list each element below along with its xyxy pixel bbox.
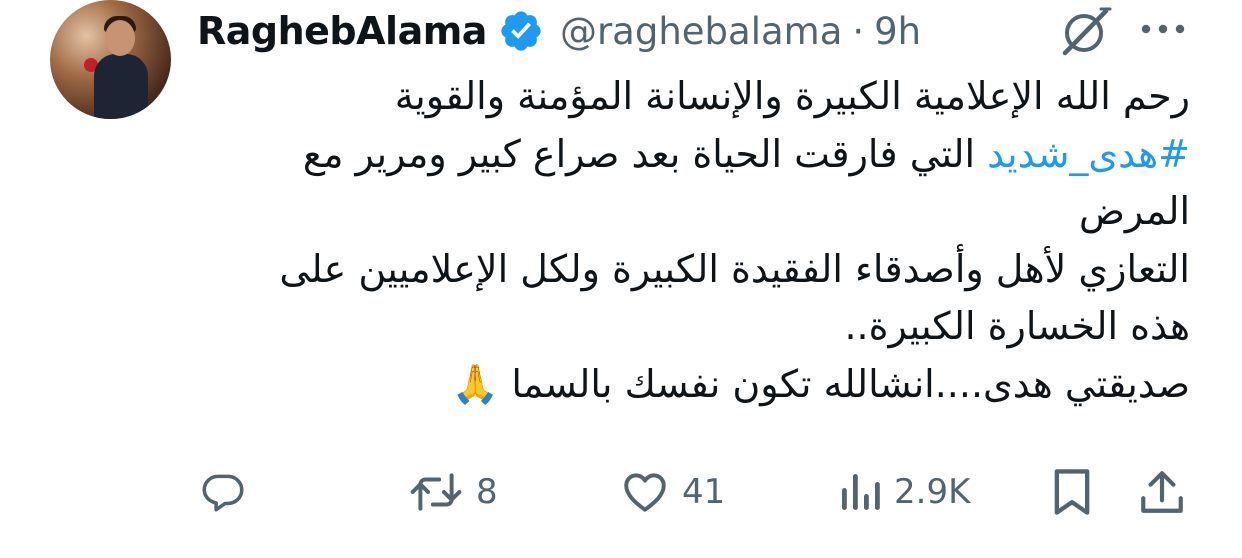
grok-icon[interactable] xyxy=(1057,3,1113,59)
tweet-line: #هدى_شديد التي فارقت الحياة بعد صراع كبي… xyxy=(200,126,1190,184)
like-count: 41 xyxy=(682,472,726,512)
views-chart-icon xyxy=(842,474,880,510)
tweet-line-text: صديقتي هدى....انشالله تكون نفسك بالسما xyxy=(499,361,1190,406)
display-name[interactable]: RaghebAlama xyxy=(197,9,487,53)
heart-icon xyxy=(624,473,666,512)
tweet-line-text: التي فارقت الحياة بعد صراع كبير ومرير مع xyxy=(302,131,988,176)
more-options-icon[interactable] xyxy=(1137,12,1189,46)
bookmark-icon xyxy=(1054,469,1090,515)
share-icon xyxy=(1141,471,1183,513)
views-button[interactable]: 2.9K xyxy=(838,460,970,524)
tweet-line: هذه الخسارة الكبيرة.. xyxy=(844,304,1190,349)
verified-badge-icon[interactable] xyxy=(498,8,544,54)
header-separator: · xyxy=(852,9,865,53)
retweet-icon xyxy=(410,473,462,511)
tweet-line: صديقتي هدى....انشالله تكون نفسك بالسما 🙏 xyxy=(200,356,1190,414)
tweet[interactable]: RaghebAlama @raghebalama · 9h رحم الله ا… xyxy=(0,0,1242,558)
share-button[interactable] xyxy=(1137,460,1187,524)
retweet-button[interactable]: 8 xyxy=(408,460,498,524)
tweet-line: التعازي لأهل وأصدقاء الفقيدة الكبيرة ولك… xyxy=(279,246,1190,291)
tweet-header: RaghebAlama @raghebalama · 9h xyxy=(197,6,921,56)
avatar[interactable] xyxy=(50,0,171,119)
hashtag-link[interactable]: #هدى_شديد xyxy=(987,132,1190,176)
tweet-timestamp[interactable]: 9h xyxy=(874,10,921,53)
reply-icon xyxy=(202,474,244,512)
reply-button[interactable] xyxy=(198,460,248,524)
views-count: 2.9K xyxy=(894,472,971,512)
retweet-count: 8 xyxy=(476,472,498,512)
avatar-figure-head xyxy=(105,20,135,56)
bookmark-button[interactable] xyxy=(1050,460,1094,524)
tweet-text: رحم الله الإعلامية الكبيرة والإنسانة الم… xyxy=(200,68,1190,414)
author-handle[interactable]: @raghebalama xyxy=(560,10,842,53)
tweet-line: رحم الله الإعلامية الكبيرة والإنسانة الم… xyxy=(394,74,1190,118)
avatar-figure-body xyxy=(94,54,148,119)
tweet-line: المرض xyxy=(1078,189,1190,234)
praying-hands-emoji: 🙏 xyxy=(451,361,500,406)
like-button[interactable]: 41 xyxy=(620,460,725,524)
action-bar: 8 41 2.9K xyxy=(0,460,1242,524)
